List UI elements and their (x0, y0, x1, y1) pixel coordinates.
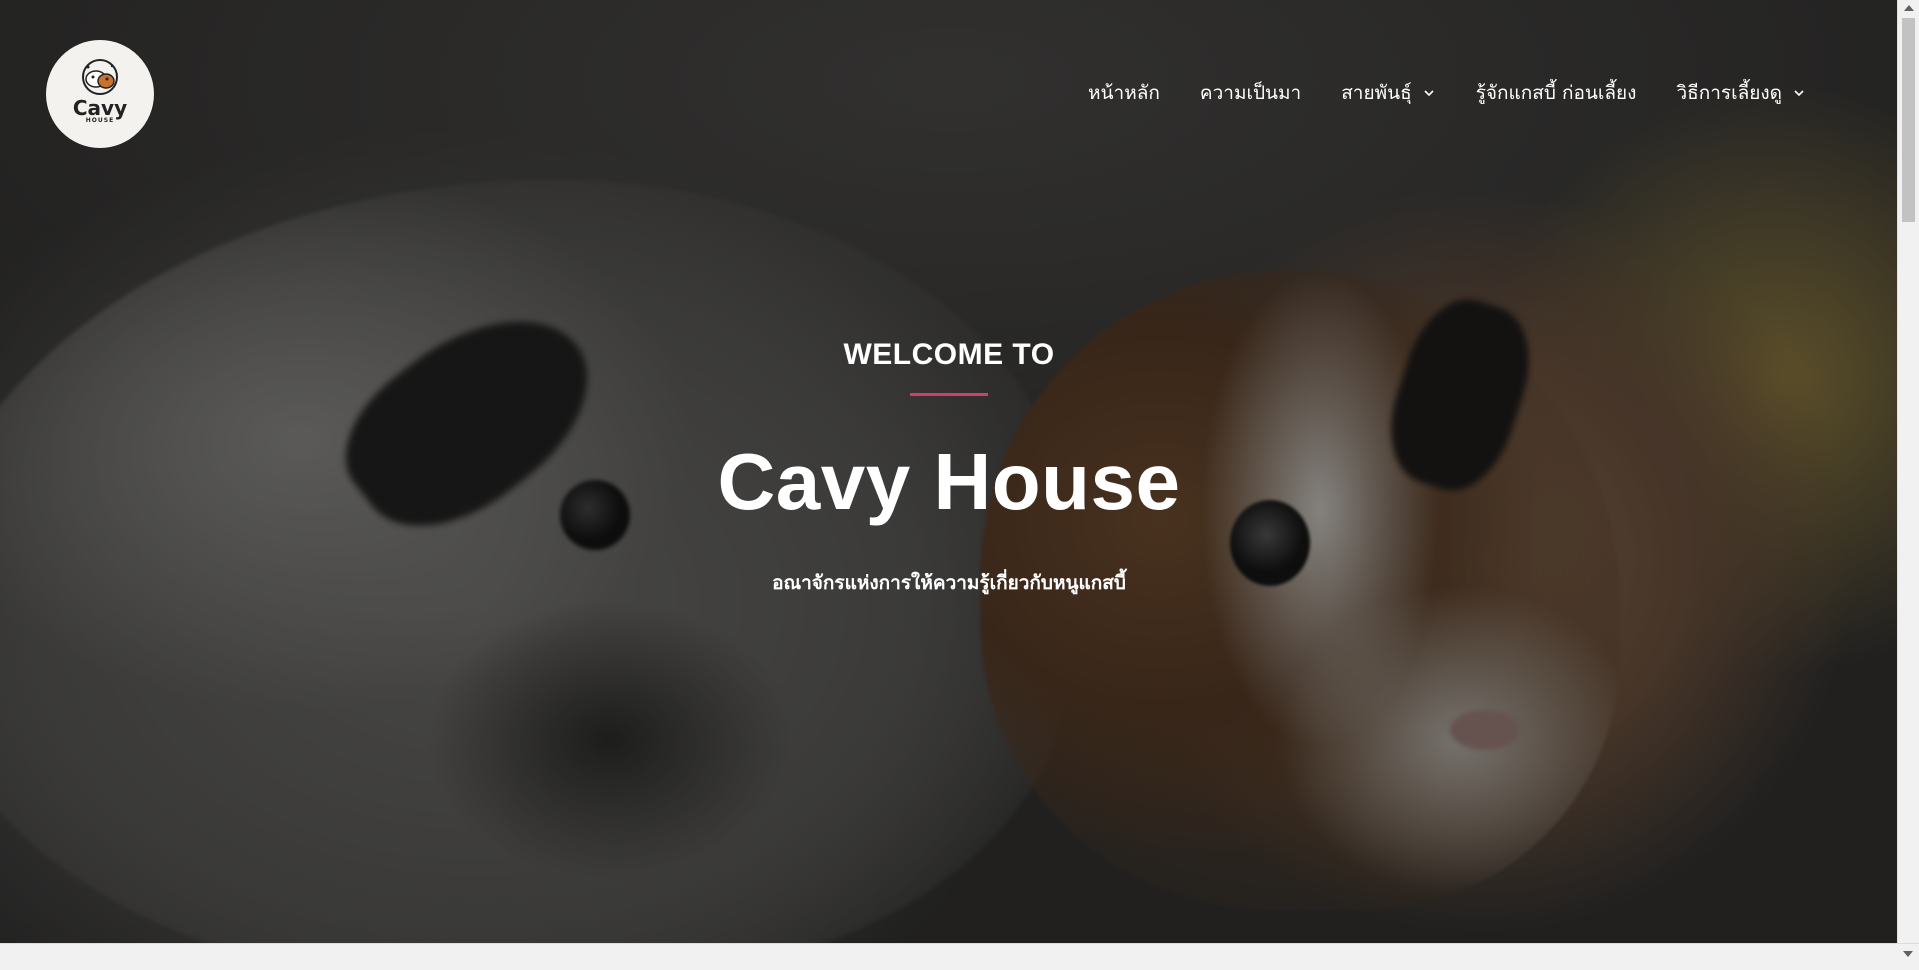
scroll-up-arrow-icon[interactable] (1904, 5, 1914, 11)
nav-item-know-before-raising[interactable]: รู้จักแกสบี้ ก่อนเลี้ยง (1456, 78, 1657, 108)
nav-item-breeds[interactable]: สายพันธุ์ (1321, 78, 1456, 108)
logo-subtitle: HOUSE (85, 117, 115, 124)
nav-item-label: สายพันธุ์ (1341, 82, 1412, 104)
nav-item-label: ความเป็นมา (1199, 82, 1302, 104)
hero-divider (910, 393, 988, 396)
hero-title: Cavy House (717, 437, 1181, 526)
nav-item-how-to-care[interactable]: วิธีการเลี้ยงดู (1656, 78, 1826, 108)
nav-item-home[interactable]: หน้าหลัก (1068, 78, 1180, 108)
hero-subtitle: อณาจักรแห่งการให้ความรู้เกี่ยวกับหนูแกสบ… (772, 572, 1126, 594)
chevron-down-icon (1794, 90, 1804, 97)
nav-item-label: วิธีการเลี้ยงดู (1676, 82, 1782, 104)
guinea-pig-logo-icon (82, 59, 118, 95)
logo-title: Cavy (72, 96, 128, 120)
nav-item-history[interactable]: ความเป็นมา (1180, 78, 1321, 108)
hero-kicker: WELCOME TO (843, 338, 1055, 371)
scroll-down-arrow-icon[interactable] (1903, 951, 1913, 957)
horizontal-scrollbar[interactable] (0, 943, 1919, 970)
site-logo-link[interactable]: Cavy HOUSE (46, 40, 154, 148)
hero-content: WELCOME TO Cavy House อณาจักรแห่งการให้ค… (0, 335, 1898, 598)
vertical-scrollbar[interactable] (1897, 0, 1919, 943)
page-viewport: Cavy HOUSE หน้าหลัก ความเป็นมา สายพันธุ์… (0, 0, 1898, 943)
nav-item-label: หน้าหลัก (1088, 82, 1160, 104)
scrollbar-thumb[interactable] (1902, 18, 1915, 222)
nav-item-label: รู้จักแกสบี้ ก่อนเลี้ยง (1475, 82, 1637, 104)
chevron-down-icon (1424, 90, 1434, 97)
main-navigation: หน้าหลัก ความเป็นมา สายพันธุ์ รู้จักแกสบ… (1068, 78, 1826, 108)
